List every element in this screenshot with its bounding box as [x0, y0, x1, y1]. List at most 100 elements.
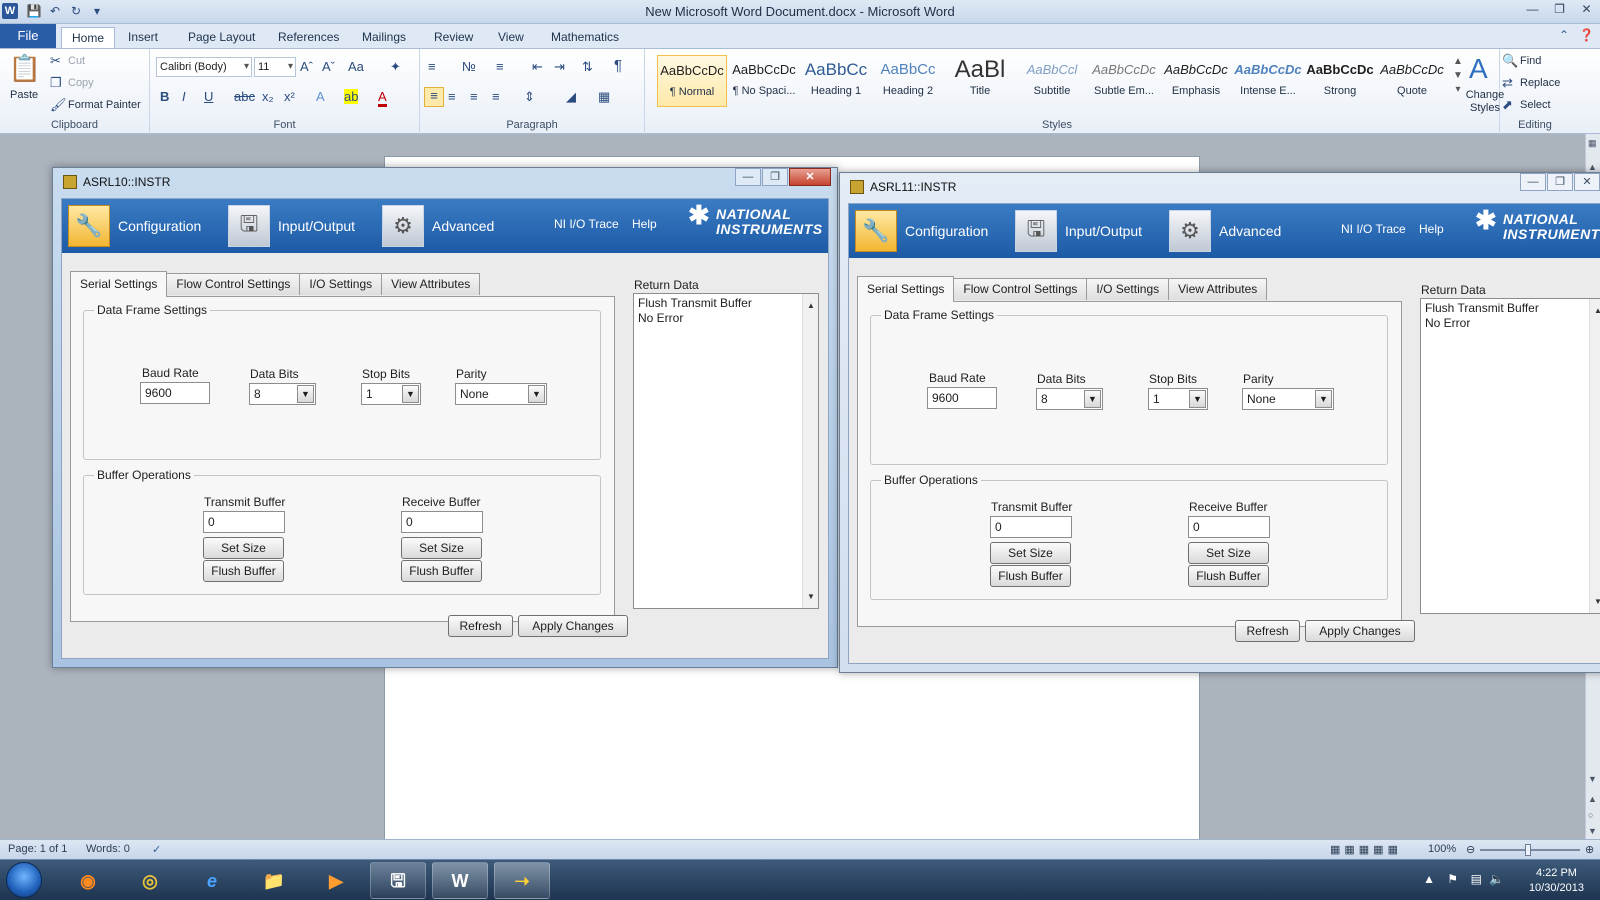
change-case-icon[interactable]: Aa: [348, 59, 364, 74]
stop-bits-select[interactable]: 1 ▼: [361, 383, 421, 405]
tab-references[interactable]: References: [278, 27, 339, 48]
explorer-icon[interactable]: 📁: [246, 862, 302, 899]
page-count[interactable]: Page: 1 of 1: [8, 843, 67, 855]
nav-input-output[interactable]: 🖫 Input/Output: [228, 204, 355, 248]
nav-ni-io-trace[interactable]: NI I/O Trace: [1341, 222, 1406, 236]
tab-flow-control-settings[interactable]: Flow Control Settings: [166, 273, 301, 295]
paste-icon[interactable]: 📋: [8, 53, 42, 87]
clear-formatting-icon[interactable]: ✦: [390, 59, 401, 75]
style-emphasis[interactable]: AaBbCcDc Emphasis: [1161, 55, 1231, 107]
chevron-down-icon[interactable]: ▼: [1315, 390, 1332, 408]
zoom-out-icon[interactable]: ⊖: [1466, 843, 1475, 856]
return-data-box[interactable]: Flush Transmit Buffer No Error ▲ ▼: [1420, 298, 1600, 614]
receive-buffer-input[interactable]: 0: [1188, 516, 1270, 538]
format-painter-button[interactable]: Format Painter: [68, 99, 141, 111]
browse-object-icon[interactable]: ○: [1588, 810, 1593, 820]
shading-icon[interactable]: ◢: [566, 89, 576, 105]
tab-file[interactable]: File: [0, 24, 56, 48]
tab-mailings[interactable]: Mailings: [362, 27, 406, 48]
styles-scroll-icon[interactable]: ▲ ▼ ▾: [1453, 55, 1463, 97]
scroll-down-icon[interactable]: ▼: [1588, 774, 1597, 784]
find-button[interactable]: Find: [1520, 55, 1541, 67]
receive-flush-buffer-button[interactable]: Flush Buffer: [401, 560, 482, 582]
select-icon[interactable]: ⬈: [1502, 97, 1513, 113]
close-button[interactable]: ✕: [789, 168, 831, 186]
tab-serial-settings[interactable]: Serial Settings: [857, 276, 955, 302]
tab-io-settings[interactable]: I/O Settings: [1086, 278, 1170, 300]
replace-button[interactable]: Replace: [1520, 77, 1560, 89]
transmit-buffer-input[interactable]: 0: [203, 511, 285, 533]
tab-insert[interactable]: Insert: [128, 27, 158, 48]
show-hidden-icons-icon[interactable]: ▲: [1423, 872, 1435, 886]
refresh-button[interactable]: Refresh: [448, 615, 513, 637]
volume-icon[interactable]: 🔈: [1489, 872, 1504, 886]
nav-ni-io-trace[interactable]: NI I/O Trace: [554, 217, 619, 231]
chevron-down-icon[interactable]: ▼: [1189, 390, 1206, 408]
minimize-button[interactable]: —: [1519, 0, 1546, 20]
nav-input-output[interactable]: 🖫 Input/Output: [1015, 209, 1142, 253]
nav-advanced[interactable]: ⚙ Advanced: [1169, 209, 1281, 253]
align-right-icon[interactable]: ≡: [470, 89, 478, 104]
receive-set-size-button[interactable]: Set Size: [1188, 542, 1269, 564]
return-data-scrollbar[interactable]: ▲ ▼: [1589, 299, 1600, 613]
chevron-down-icon[interactable]: ▼: [528, 385, 545, 403]
maximize-button[interactable]: ❐: [1547, 173, 1573, 191]
action-center-icon[interactable]: ⚑: [1447, 872, 1458, 886]
tab-mathematics[interactable]: Mathematics: [551, 27, 619, 48]
transmit-buffer-input[interactable]: 0: [990, 516, 1072, 538]
subscript-icon[interactable]: x₂: [262, 89, 274, 104]
view-buttons-icon[interactable]: ▦▦▦▦▦: [1330, 843, 1402, 856]
parity-select[interactable]: None ▼: [1242, 388, 1334, 410]
grow-font-icon[interactable]: Aˆ: [300, 59, 313, 74]
bullets-icon[interactable]: ≡: [428, 59, 436, 74]
receive-buffer-input[interactable]: 0: [401, 511, 483, 533]
transmit-flush-buffer-button[interactable]: Flush Buffer: [990, 565, 1071, 587]
underline-icon[interactable]: U: [204, 89, 213, 104]
nav-configuration[interactable]: 🔧 Configuration: [68, 204, 201, 248]
nav-help[interactable]: Help: [632, 217, 657, 231]
zoom-slider-thumb[interactable]: [1525, 844, 1531, 856]
sort-icon[interactable]: ⇅: [582, 59, 593, 75]
chrome-icon[interactable]: ◎: [122, 862, 178, 899]
scroll-down-icon[interactable]: ▼: [807, 589, 815, 604]
italic-icon[interactable]: I: [182, 89, 186, 104]
maximize-button[interactable]: ❐: [1546, 0, 1573, 20]
align-left-icon[interactable]: ≡: [424, 87, 444, 107]
show-marks-icon[interactable]: ¶: [614, 57, 622, 74]
text-effects-icon[interactable]: A: [316, 89, 325, 104]
stop-bits-select[interactable]: 1 ▼: [1148, 388, 1208, 410]
style-intense-emphasis[interactable]: AaBbCcDc Intense E...: [1233, 55, 1303, 107]
chevron-down-icon[interactable]: ▼: [297, 385, 314, 403]
multilevel-list-icon[interactable]: ≡: [496, 59, 504, 74]
copy-button[interactable]: Copy: [68, 77, 94, 89]
format-painter-icon[interactable]: 🖌: [50, 97, 67, 113]
refresh-button[interactable]: Refresh: [1235, 620, 1300, 642]
transmit-set-size-button[interactable]: Set Size: [990, 542, 1071, 564]
ni-visa-taskbar-icon[interactable]: ➝: [494, 862, 550, 899]
style-no-spacing[interactable]: AaBbCcDc ¶ No Spaci...: [729, 55, 799, 107]
replace-icon[interactable]: ⇄: [1502, 75, 1513, 91]
tab-home[interactable]: Home: [61, 27, 115, 48]
tab-io-settings[interactable]: I/O Settings: [299, 273, 383, 295]
proofing-icon[interactable]: ✓: [152, 843, 161, 856]
style-normal[interactable]: AaBbCcDc ¶ Normal: [657, 55, 727, 107]
next-page-icon[interactable]: ▼: [1588, 826, 1597, 836]
zoom-in-icon[interactable]: ⊕: [1585, 843, 1594, 856]
close-button[interactable]: ✕: [1574, 173, 1600, 191]
font-color-icon[interactable]: A: [378, 89, 387, 107]
baud-rate-input[interactable]: 9600: [927, 387, 997, 409]
style-subtle-emphasis[interactable]: AaBbCcDc Subtle Em...: [1089, 55, 1159, 107]
style-heading-2[interactable]: AaBbCc Heading 2: [873, 55, 943, 107]
superscript-icon[interactable]: x²: [284, 89, 295, 104]
nav-configuration[interactable]: 🔧 Configuration: [855, 209, 988, 253]
decrease-indent-icon[interactable]: ⇤: [532, 59, 543, 75]
scroll-up-icon[interactable]: ▲: [1594, 303, 1600, 318]
line-spacing-icon[interactable]: ⇕: [524, 89, 535, 105]
receive-flush-buffer-button[interactable]: Flush Buffer: [1188, 565, 1269, 587]
shrink-font-icon[interactable]: Aˇ: [322, 59, 335, 74]
ni-max-icon[interactable]: 🖫: [370, 862, 426, 899]
numbering-icon[interactable]: №: [462, 59, 476, 74]
zoom-level[interactable]: 100%: [1428, 843, 1456, 855]
network-icon[interactable]: ▤: [1471, 872, 1482, 886]
style-strong[interactable]: AaBbCcDc Strong: [1305, 55, 1375, 107]
